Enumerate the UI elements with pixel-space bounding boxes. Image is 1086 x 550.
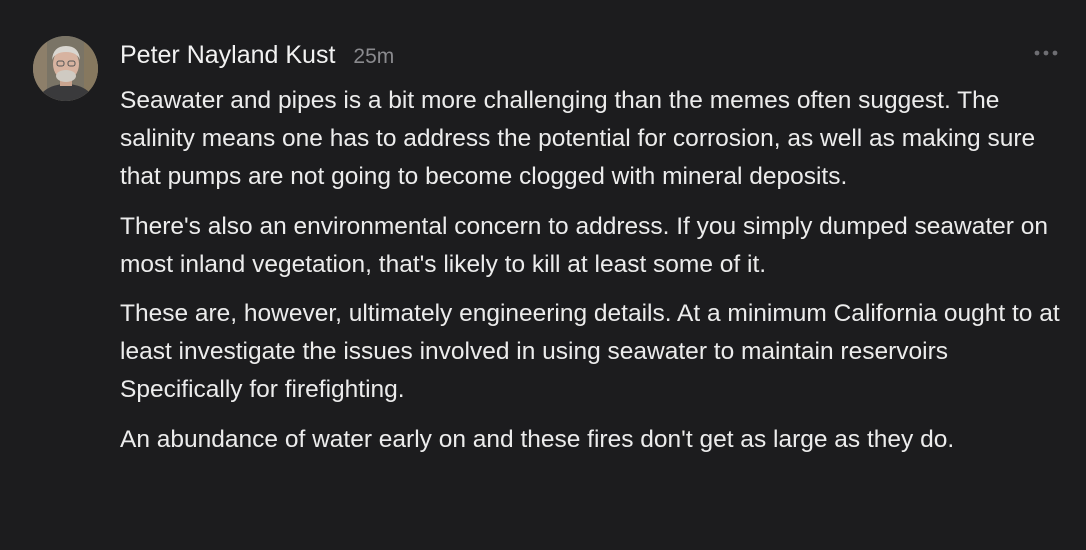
comment-paragraph: An abundance of water early on and these…	[120, 425, 955, 453]
user-photo-icon	[33, 36, 98, 101]
comment: Peter Nayland Kust 25m Seawater and pipe…	[0, 0, 1086, 550]
comment-header: Peter Nayland Kust 25m	[120, 38, 394, 72]
comment-body: Seawater and pipes is a bit more challen…	[120, 82, 1070, 459]
more-horizontal-icon	[1034, 50, 1058, 56]
comment-paragraph: There's also an environmental concern to…	[120, 212, 1048, 278]
avatar[interactable]	[33, 36, 98, 101]
author-name[interactable]: Peter Nayland Kust	[120, 38, 335, 72]
comment-paragraph: Seawater and pipes is a bit more challen…	[120, 87, 1036, 191]
timestamp[interactable]: 25m	[353, 40, 394, 74]
comment-paragraph: These are, however, ultimately engineeri…	[120, 300, 1060, 404]
more-options-button[interactable]	[1028, 38, 1064, 68]
